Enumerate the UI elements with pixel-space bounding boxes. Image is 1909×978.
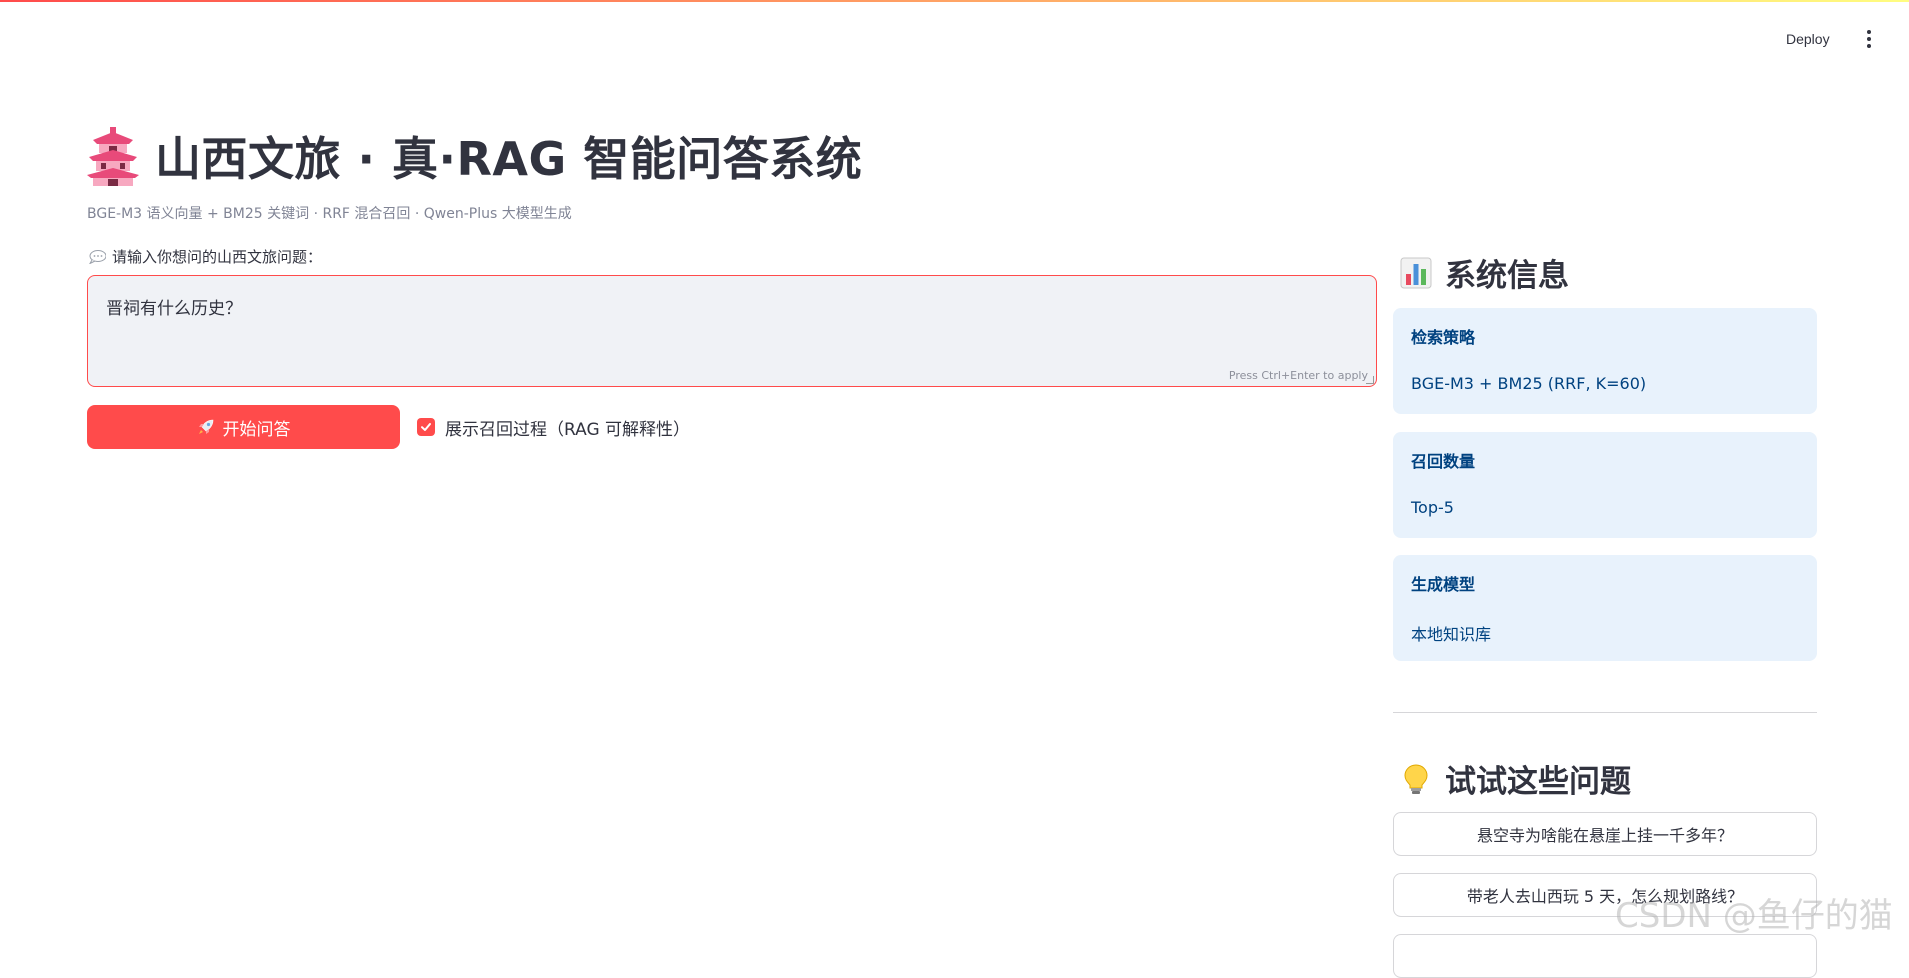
- sample-question-button[interactable]: 带老人去山西玩 5 天，怎么规划路线？: [1393, 873, 1817, 917]
- info-card-retrieval-strategy: 检索策略 BGE-M3 + BM25 (RRF, K=60): [1393, 308, 1817, 414]
- question-input-label-text: 请输入你想问的山西文旅问题：: [112, 248, 323, 266]
- show-recall-checkbox-row[interactable]: 展示召回过程（RAG 可解释性）: [417, 414, 690, 440]
- section-divider: [1393, 712, 1817, 713]
- system-info-heading: 系统信息: [1399, 250, 1569, 295]
- checkmark-icon: [421, 423, 431, 431]
- kebab-menu-icon: [1867, 30, 1871, 34]
- info-card-value: 本地知识库: [1411, 625, 1492, 644]
- right-column: 系统信息 检索策略 BGE-M3 + BM25 (RRF, K=60) 召回数量…: [1393, 0, 1817, 978]
- textarea-resize-handle[interactable]: [1366, 376, 1374, 384]
- light-bulb-icon: [1404, 763, 1428, 794]
- page-caption: BGE-M3 语义向量 + BM25 关键词 · RRF 混合召回 · Qwen…: [87, 206, 572, 222]
- show-recall-checkbox[interactable]: [417, 418, 435, 436]
- info-card-title: 召回数量: [1411, 452, 1476, 471]
- info-card-recall-count: 召回数量 Top-5: [1393, 432, 1817, 538]
- sample-question-button-partial[interactable]: [1393, 934, 1817, 978]
- system-info-heading-text: 系统信息: [1445, 258, 1569, 294]
- info-card-title: 生成模型: [1411, 575, 1476, 594]
- question-input-container: Press Ctrl+Enter to apply: [87, 275, 1377, 387]
- info-card-value: BGE-M3 + BM25 (RRF, K=60): [1411, 374, 1647, 393]
- start-qa-button[interactable]: 开始问答: [87, 405, 400, 449]
- main-content: 山西文旅 · 真·RAG 智能问答系统 BGE-M3 语义向量 + BM25 关…: [87, 0, 1377, 947]
- try-questions-heading: 试试这些问题: [1399, 756, 1631, 801]
- sample-question-button[interactable]: 悬空寺为啥能在悬崖上挂一千多年？: [1393, 812, 1817, 856]
- info-card-title: 检索策略: [1411, 328, 1476, 347]
- rocket-icon: [198, 419, 213, 434]
- info-card-generation-model: 生成模型 本地知识库: [1393, 555, 1817, 661]
- question-input-label: 请输入你想问的山西文旅问题：: [89, 246, 322, 267]
- pagoda-icon: [87, 127, 139, 186]
- speech-bubble-icon: [89, 249, 106, 264]
- info-card-value: Top-5: [1411, 498, 1454, 517]
- question-input[interactable]: [88, 276, 1376, 386]
- bar-chart-icon: [1400, 257, 1432, 288]
- start-qa-button-label: 开始问答: [222, 419, 291, 440]
- show-recall-label: 展示召回过程（RAG 可解释性）: [445, 419, 691, 440]
- page-title: 山西文旅 · 真·RAG 智能问答系统: [87, 118, 1187, 194]
- press-ctrl-enter-hint: Press Ctrl+Enter to apply: [1228, 369, 1368, 382]
- page-title-text: 山西文旅 · 真·RAG 智能问答系统: [155, 132, 863, 186]
- try-questions-heading-text: 试试这些问题: [1445, 764, 1631, 800]
- main-menu-button[interactable]: [1860, 24, 1878, 54]
